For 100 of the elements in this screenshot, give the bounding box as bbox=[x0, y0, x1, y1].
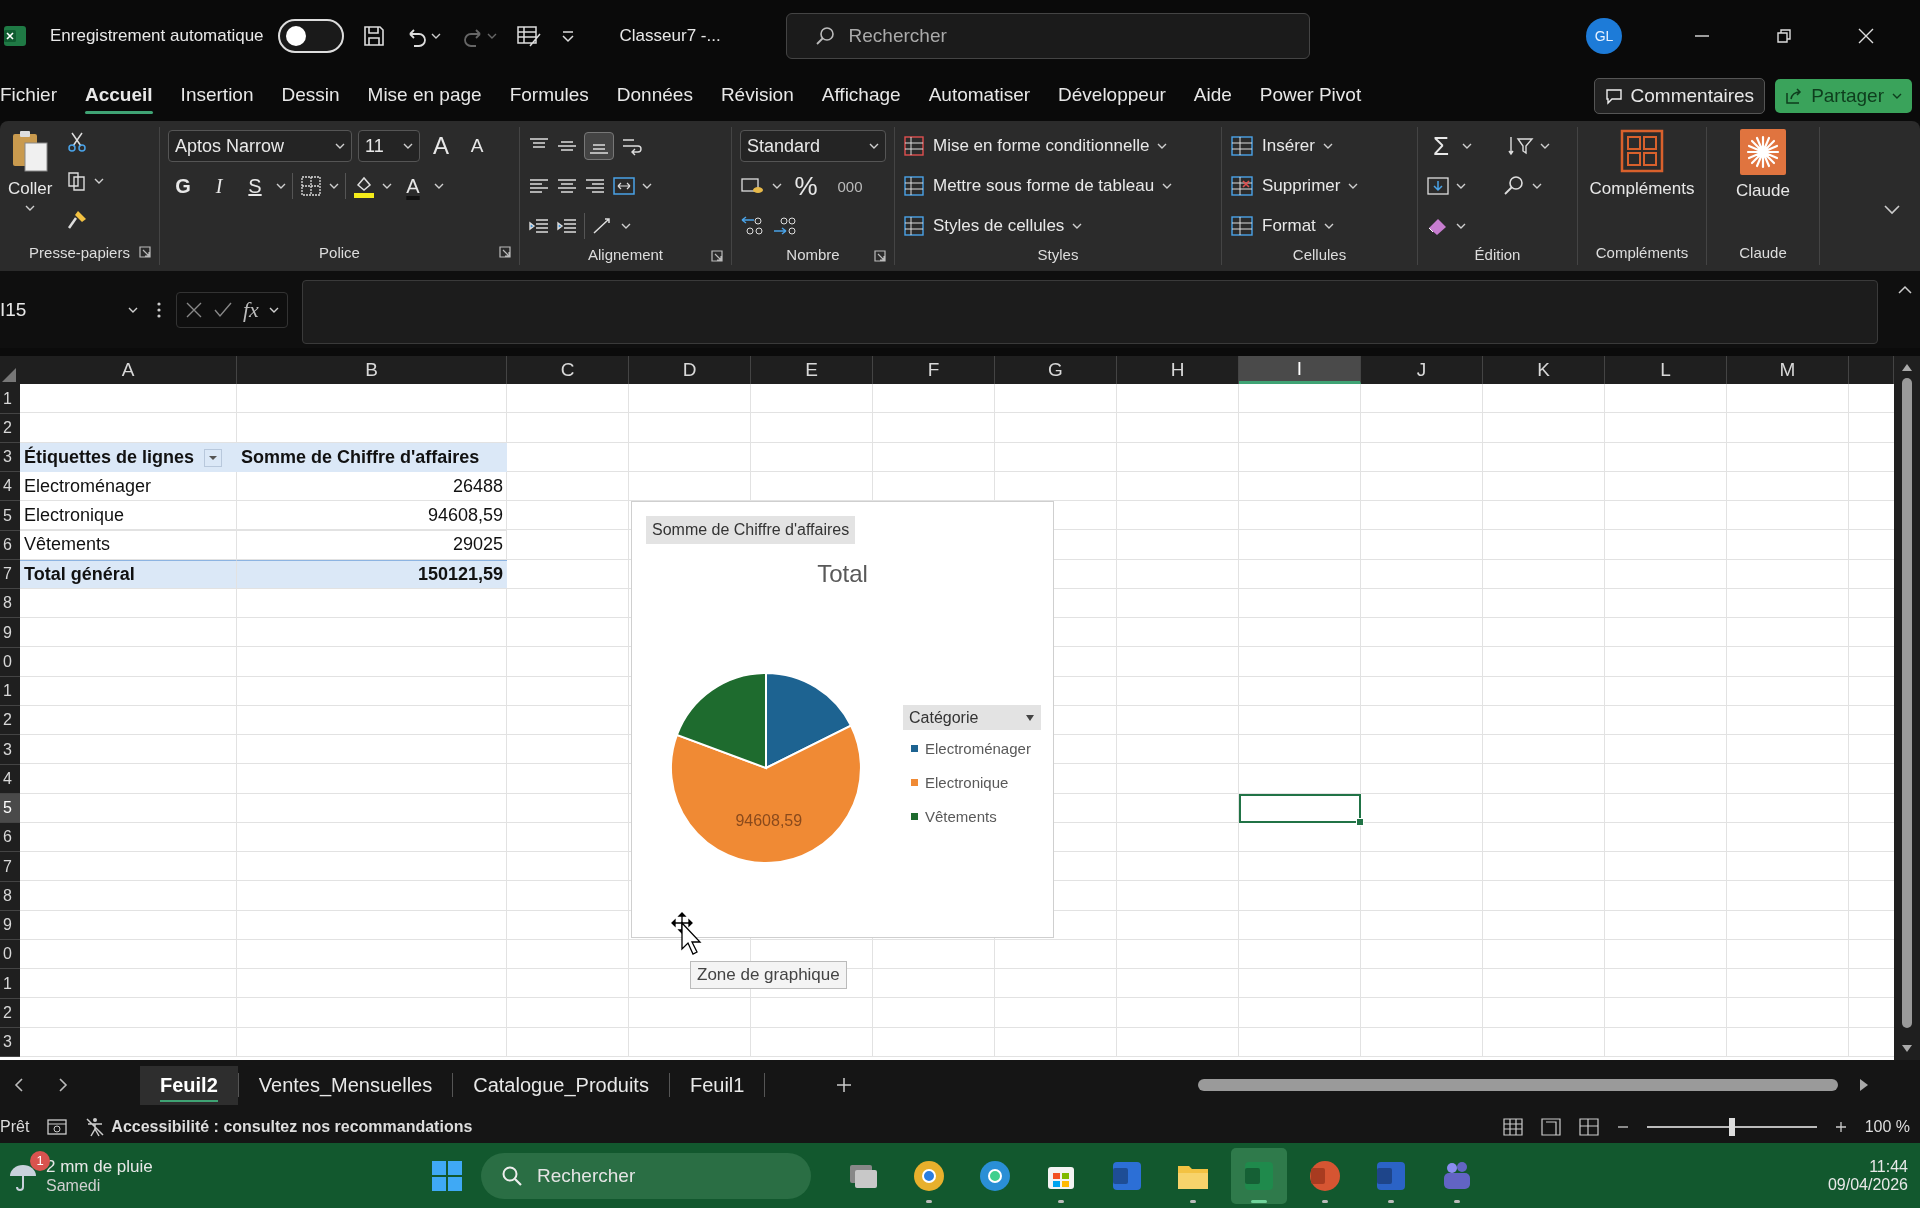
cells-menu-button[interactable]: Format bbox=[1230, 209, 1409, 244]
paste-button[interactable]: Coller bbox=[8, 127, 53, 240]
name-box[interactable]: I15 bbox=[0, 293, 142, 326]
row-header[interactable]: 9 bbox=[0, 911, 20, 941]
row-header[interactable]: 2 bbox=[0, 998, 20, 1028]
sheet-tab[interactable]: Feuil1 bbox=[669, 1065, 765, 1105]
zoom-slider-thumb[interactable] bbox=[1728, 1118, 1735, 1137]
percent-button[interactable]: % bbox=[788, 171, 824, 202]
row-header[interactable]: 7 bbox=[0, 560, 20, 590]
dialog-launcher-icon[interactable] bbox=[874, 250, 886, 263]
font-size-dropdown[interactable]: 11 bbox=[358, 130, 420, 163]
underline-button[interactable]: S bbox=[240, 171, 270, 202]
comments-button[interactable]: Commentaires bbox=[1593, 78, 1766, 115]
menu-tab[interactable]: Aide bbox=[1179, 76, 1246, 117]
row-header[interactable]: 3 bbox=[0, 1028, 20, 1058]
sheet-tab[interactable]: Feuil2 bbox=[140, 1065, 238, 1105]
borders-icon[interactable] bbox=[299, 174, 323, 199]
font-name-dropdown[interactable]: Aptos Narrow bbox=[168, 130, 352, 163]
column-header[interactable]: E bbox=[751, 356, 873, 385]
close-icon[interactable] bbox=[1857, 26, 1875, 45]
sheet-tab[interactable]: Catalogue_Produits bbox=[453, 1065, 669, 1105]
row-header[interactable]: 3 bbox=[0, 443, 20, 473]
bold-button[interactable]: G bbox=[168, 171, 198, 202]
column-header[interactable]: B bbox=[237, 356, 507, 385]
claude-button[interactable]: Claude bbox=[1736, 127, 1790, 240]
menu-tab[interactable]: Accueil bbox=[71, 76, 167, 117]
column-header[interactable]: K bbox=[1483, 356, 1605, 385]
cells-menu-button[interactable]: Supprimer bbox=[1230, 169, 1409, 204]
menu-tab[interactable]: Données bbox=[602, 76, 707, 117]
row-header[interactable]: 7 bbox=[0, 852, 20, 882]
menu-tab[interactable]: Affichage bbox=[807, 76, 915, 117]
normal-view-icon[interactable] bbox=[1502, 1118, 1523, 1137]
collapse-formula-icon[interactable] bbox=[1898, 285, 1912, 295]
legend-field-button[interactable]: Catégorie bbox=[903, 705, 1041, 731]
restore-icon[interactable] bbox=[1775, 26, 1793, 45]
thousands-separator-button[interactable]: 000 bbox=[830, 171, 870, 202]
chart-area[interactable]: Somme de Chiffre d'affaires Total 94608,59 Catégorie Electroménager Electronique Vêtements bbox=[631, 501, 1054, 939]
dialog-launcher-icon[interactable] bbox=[499, 246, 511, 259]
menu-tab[interactable]: Dessin bbox=[267, 76, 354, 117]
styles-menu-button[interactable]: Styles de cellules bbox=[903, 209, 1213, 244]
row-header[interactable]: 0 bbox=[0, 940, 20, 970]
row-header[interactable]: 6 bbox=[0, 530, 20, 560]
row-header[interactable]: 4 bbox=[0, 764, 20, 794]
row-header[interactable]: 9 bbox=[0, 618, 20, 648]
styles-menu-button[interactable]: Mise en forme conditionnelle bbox=[903, 129, 1213, 164]
menu-tab[interactable]: Power Pivot bbox=[1245, 76, 1376, 117]
styles-menu-button[interactable]: Mettre sous forme de tableau bbox=[903, 169, 1213, 204]
save-icon[interactable] bbox=[361, 23, 386, 48]
accessibility-status[interactable]: Accessibilité : consultez nos recommandations bbox=[85, 1117, 473, 1138]
scroll-right-icon[interactable] bbox=[1858, 1078, 1870, 1093]
row-header[interactable]: 1 bbox=[0, 384, 20, 414]
fill-down-icon[interactable] bbox=[1426, 175, 1450, 198]
share-button[interactable]: Partager bbox=[1775, 79, 1912, 114]
menu-tab[interactable]: Développeur bbox=[1044, 76, 1180, 117]
user-avatar[interactable]: GL bbox=[1586, 17, 1622, 54]
font-color-button[interactable]: A bbox=[398, 171, 428, 202]
formula-input[interactable] bbox=[301, 280, 1878, 345]
zoom-level[interactable]: 100 % bbox=[1864, 1118, 1910, 1137]
decrease-font-button[interactable]: A bbox=[462, 131, 492, 162]
italic-button[interactable]: I bbox=[204, 171, 234, 202]
row-header[interactable]: 5 bbox=[0, 794, 20, 824]
scrollbar-thumb[interactable] bbox=[1902, 378, 1912, 1029]
cancel-icon[interactable] bbox=[185, 300, 203, 319]
menu-tab[interactable]: Révision bbox=[706, 76, 808, 117]
collapse-ribbon-icon[interactable] bbox=[1884, 205, 1900, 216]
column-header[interactable]: C bbox=[507, 356, 629, 385]
row-header[interactable]: 6 bbox=[0, 823, 20, 853]
more-options-icon[interactable] bbox=[156, 300, 162, 319]
row-header[interactable]: 2 bbox=[0, 706, 20, 736]
menu-tab[interactable]: Formules bbox=[495, 76, 603, 117]
row-header[interactable]: 8 bbox=[0, 881, 20, 911]
row-header[interactable]: 5 bbox=[0, 501, 20, 531]
selected-cell[interactable] bbox=[1239, 794, 1361, 824]
dialog-launcher-icon[interactable] bbox=[711, 250, 723, 263]
cells-menu-button[interactable]: Insérer bbox=[1230, 129, 1409, 164]
menu-tab[interactable]: Fichier bbox=[0, 76, 71, 117]
windows-start-icon[interactable] bbox=[431, 1159, 463, 1192]
row-header[interactable]: 1 bbox=[0, 677, 20, 707]
row-header[interactable]: 3 bbox=[0, 735, 20, 765]
column-header[interactable]: F bbox=[873, 356, 995, 385]
page-layout-icon[interactable] bbox=[1540, 1118, 1561, 1137]
dialog-launcher-icon[interactable] bbox=[139, 246, 151, 259]
sheet-tab[interactable]: Ventes_Mensuelles bbox=[238, 1065, 453, 1105]
macro-record-icon[interactable] bbox=[47, 1118, 68, 1137]
increase-font-button[interactable]: A bbox=[426, 131, 456, 162]
autosum-button[interactable]: Σ bbox=[1426, 131, 1456, 162]
field-button[interactable]: Somme de Chiffre d'affaires bbox=[646, 516, 856, 545]
row-header[interactable]: 8 bbox=[0, 589, 20, 619]
taskbar-search-field[interactable]: Rechercher bbox=[481, 1152, 811, 1199]
column-header[interactable]: D bbox=[629, 356, 751, 385]
column-header[interactable]: L bbox=[1605, 356, 1727, 385]
form-icon[interactable] bbox=[515, 23, 542, 48]
add-ins-button[interactable]: Compléments bbox=[1589, 127, 1695, 240]
filter-dropdown-icon[interactable] bbox=[204, 448, 223, 467]
scroll-up-icon[interactable] bbox=[1901, 362, 1913, 373]
number-format-dropdown[interactable]: Standard bbox=[740, 130, 886, 163]
column-header[interactable]: I bbox=[1239, 356, 1361, 385]
check-icon[interactable] bbox=[213, 300, 233, 319]
column-header[interactable]: J bbox=[1361, 356, 1483, 385]
search-field[interactable]: Rechercher bbox=[785, 12, 1310, 59]
